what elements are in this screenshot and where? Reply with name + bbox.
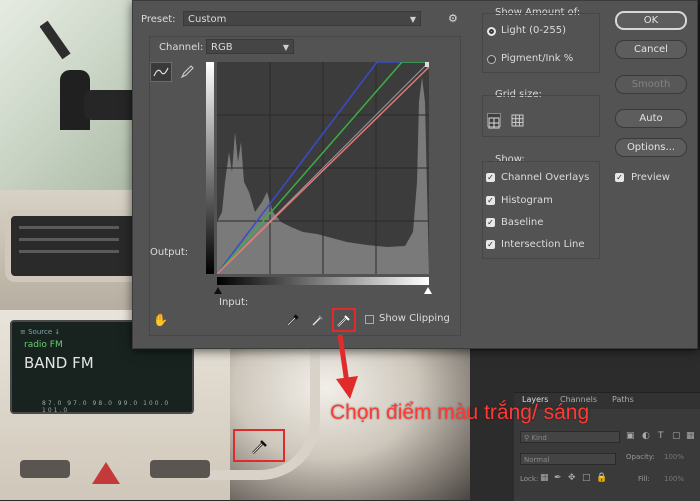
- lock-label: Lock:: [520, 475, 539, 483]
- console-button: [150, 460, 210, 478]
- show-clipping-checkbox[interactable]: [365, 315, 374, 324]
- preset-label: Preset:: [141, 14, 176, 25]
- input-label: Input:: [219, 297, 249, 308]
- channel-dropdown[interactable]: RGB ▼: [206, 39, 294, 54]
- preset-dropdown[interactable]: Custom ▼: [183, 11, 421, 26]
- gray-point-eyedropper-button[interactable]: [310, 312, 326, 328]
- filter-adjust-icon[interactable]: ◐: [642, 431, 650, 441]
- histogram-label: Histogram: [501, 195, 553, 206]
- lock-artboard-icon[interactable]: □: [582, 473, 591, 483]
- auto-button[interactable]: Auto: [615, 109, 687, 128]
- preset-value: Custom: [188, 14, 227, 25]
- black-point-slider[interactable]: [214, 287, 222, 294]
- lock-transparent-icon[interactable]: ▦: [540, 473, 549, 483]
- chevron-down-icon: ▼: [409, 15, 416, 24]
- channel-value: RGB: [211, 42, 233, 53]
- grid-simple-button[interactable]: [487, 113, 501, 129]
- filter-pixel-icon[interactable]: ▣: [626, 431, 635, 441]
- grid-4x4-icon: [488, 117, 500, 129]
- light-radio-label: Light (0-255): [501, 25, 566, 36]
- hazard-button-icon: [92, 462, 120, 484]
- histogram-checkbox[interactable]: ✓: [486, 196, 495, 205]
- preset-options-gear-icon[interactable]: ⚙: [448, 12, 458, 25]
- preview-label: Preview: [631, 172, 670, 183]
- output-gradient-bar: [206, 62, 214, 274]
- annotation-highlight-box: [233, 429, 285, 462]
- annotation-caption: Chọn điểm màu trắng/ sáng: [330, 401, 590, 424]
- curves-dialog: Preset: Custom ▼ ⚙ Channel: RGB ▼ Output…: [132, 0, 698, 349]
- ok-button[interactable]: OK: [615, 11, 687, 30]
- annotation-arrow: [336, 334, 358, 399]
- layer-filter-kind[interactable]: ⚲ Kind: [520, 431, 620, 443]
- grid-detailed-button[interactable]: [511, 113, 525, 127]
- rear-mirror-mount: [40, 20, 140, 130]
- white-point-slider[interactable]: [424, 287, 432, 294]
- curve-endpoint-handle: [425, 62, 429, 67]
- eyedropper-gray-icon: [312, 315, 323, 326]
- intersection-line-label: Intersection Line: [501, 239, 585, 250]
- smooth-button[interactable]: Smooth: [615, 75, 687, 94]
- pigment-radio-label: Pigment/Ink %: [501, 53, 574, 64]
- kind-label: Kind: [531, 434, 547, 442]
- white-point-eyedropper-button[interactable]: [332, 308, 356, 332]
- lock-all-icon[interactable]: 🔒: [596, 473, 607, 483]
- air-vent: [5, 210, 142, 282]
- channel-label: Channel:: [159, 42, 204, 53]
- lock-position-icon[interactable]: ✥: [568, 473, 576, 483]
- radio-label: radio FM: [24, 340, 63, 350]
- show-clipping-label: Show Clipping: [379, 313, 450, 324]
- eyedropper-black-icon: [287, 314, 299, 326]
- curve-point-tool-button[interactable]: [150, 62, 172, 82]
- eyedropper-cursor-icon: [252, 440, 267, 454]
- opacity-label: Opacity:: [626, 453, 655, 461]
- options-button[interactable]: Options...: [615, 138, 687, 157]
- light-radio[interactable]: [487, 27, 496, 36]
- curve-tool-icon: [153, 67, 169, 77]
- opacity-value[interactable]: 100%: [664, 453, 684, 461]
- lock-image-icon[interactable]: ✒: [554, 473, 562, 483]
- baseline-checkbox[interactable]: ✓: [486, 218, 495, 227]
- grid-10x10-icon: [511, 114, 524, 127]
- filter-shape-icon[interactable]: ▢: [672, 431, 681, 441]
- fill-value[interactable]: 100%: [664, 475, 684, 483]
- filter-smart-icon[interactable]: ▦: [686, 431, 695, 441]
- filter-search-icon: ⚲: [524, 434, 530, 442]
- radio-source-text: ≡ Source ↓: [20, 328, 61, 336]
- pigment-radio[interactable]: [487, 55, 496, 64]
- pencil-icon: [180, 65, 194, 79]
- fill-label: Fill:: [638, 475, 650, 483]
- baseline-label: Baseline: [501, 217, 544, 228]
- blend-mode-dropdown[interactable]: Normal: [520, 453, 616, 465]
- curves-graph[interactable]: [217, 62, 429, 274]
- cancel-button[interactable]: Cancel: [615, 40, 687, 59]
- band-label: BAND FM: [24, 354, 94, 372]
- output-label: Output:: [150, 247, 189, 258]
- chevron-down-icon: ▼: [282, 43, 289, 52]
- frequency-list: 87.0 97.0 98.0 99.0 100.0 101.0: [42, 400, 171, 414]
- console-button: [20, 460, 70, 478]
- eyedropper-white-icon: [337, 315, 350, 327]
- intersection-line-checkbox[interactable]: ✓: [486, 240, 495, 249]
- channel-overlays-label: Channel Overlays: [501, 172, 590, 183]
- target-adjust-hand-icon[interactable]: ✋: [153, 313, 168, 327]
- tab-paths[interactable]: Paths: [612, 395, 634, 404]
- input-gradient-bar: [217, 277, 429, 285]
- channel-overlays-checkbox[interactable]: ✓: [486, 173, 495, 182]
- filter-type-icon[interactable]: T: [658, 431, 664, 441]
- pencil-tool-button[interactable]: [178, 63, 196, 81]
- preview-checkbox[interactable]: ✓: [615, 173, 624, 182]
- blend-mode-value: Normal: [524, 456, 550, 464]
- black-point-eyedropper-button[interactable]: [285, 312, 301, 328]
- curves-graph-svg: [217, 62, 429, 274]
- show-amount-group: [482, 13, 600, 73]
